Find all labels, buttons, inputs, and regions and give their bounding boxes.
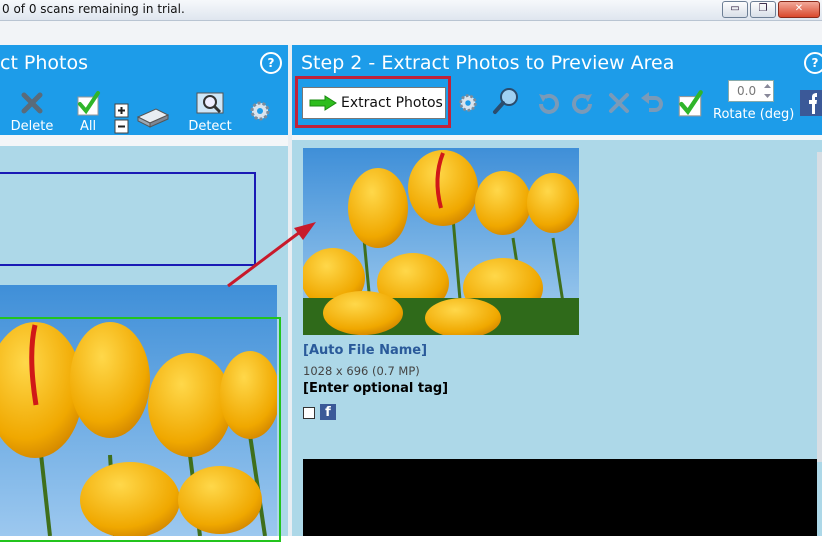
delete-label: Delete xyxy=(10,119,54,134)
detect-icon xyxy=(196,92,224,114)
restore-button[interactable]: ❐ xyxy=(750,1,776,18)
rotate-right-icon[interactable] xyxy=(570,90,596,116)
file-name-field[interactable]: [Auto File Name] xyxy=(303,343,427,358)
window-titlebar: 0 of 0 scans remaining in trial. ▭ ❐ ✕ xyxy=(0,0,822,21)
scanner-icon xyxy=(136,108,170,128)
right-gear-icon[interactable] xyxy=(457,92,479,114)
all-label: All xyxy=(79,119,97,134)
detect-tool[interactable]: Detect xyxy=(186,89,234,134)
green-arrow-icon xyxy=(309,95,337,111)
left-panel-header: ct Photos ? Delete All Detect xyxy=(0,45,288,135)
tag-field[interactable]: [Enter optional tag] xyxy=(303,381,448,396)
scanner-tool[interactable] xyxy=(136,101,170,129)
close-button[interactable]: ✕ xyxy=(778,1,820,18)
zoom-icon[interactable] xyxy=(492,86,522,116)
undo-icon[interactable] xyxy=(639,90,665,116)
detect-label: Detect xyxy=(188,119,232,134)
rotate-label: Rotate (deg) xyxy=(713,107,795,122)
menu-strip xyxy=(0,21,822,45)
rotate-left-icon[interactable] xyxy=(535,90,561,116)
extract-photos-label: Extract Photos xyxy=(341,95,443,111)
image-dimensions: 1028 x 696 (0.7 MP) xyxy=(303,364,420,378)
approve-icon[interactable] xyxy=(675,88,705,118)
detection-box-photo[interactable] xyxy=(0,317,281,542)
rotate-value: 0.0 xyxy=(737,84,757,98)
zoom-toggle-tool[interactable] xyxy=(114,103,130,139)
preview-scrollbar[interactable] xyxy=(817,152,822,462)
window-title: 0 of 0 scans remaining in trial. xyxy=(2,2,185,16)
facebook-share-icon[interactable] xyxy=(800,90,822,116)
check-all-icon xyxy=(77,91,100,116)
remove-icon[interactable] xyxy=(606,90,632,116)
left-separator xyxy=(0,135,288,146)
minimize-button[interactable]: ▭ xyxy=(722,1,748,18)
gear-icon xyxy=(250,101,270,121)
right-help-icon[interactable]: ? xyxy=(804,52,822,74)
preview-thumbnail[interactable] xyxy=(303,148,579,335)
detection-box-empty[interactable] xyxy=(0,172,256,266)
facebook-icon[interactable]: f xyxy=(320,404,336,420)
delete-icon xyxy=(21,92,43,114)
select-all-tool[interactable]: All xyxy=(72,89,104,134)
window-controls: ▭ ❐ ✕ xyxy=(722,1,820,18)
left-help-icon[interactable]: ? xyxy=(260,52,282,74)
tulip-photo-right xyxy=(303,148,579,335)
right-panel-title: Step 2 - Extract Photos to Preview Area xyxy=(301,52,675,74)
left-panel-title: ct Photos xyxy=(0,52,89,74)
delete-tool[interactable]: Delete xyxy=(10,89,54,134)
rotate-stepper-icon[interactable] xyxy=(762,81,773,101)
select-checkbox[interactable] xyxy=(303,407,315,419)
left-settings-tool[interactable] xyxy=(248,99,272,127)
extract-photos-button[interactable]: Extract Photos xyxy=(302,87,446,119)
plus-minus-icon xyxy=(114,103,129,134)
next-preview-thumbnail[interactable] xyxy=(303,459,817,536)
